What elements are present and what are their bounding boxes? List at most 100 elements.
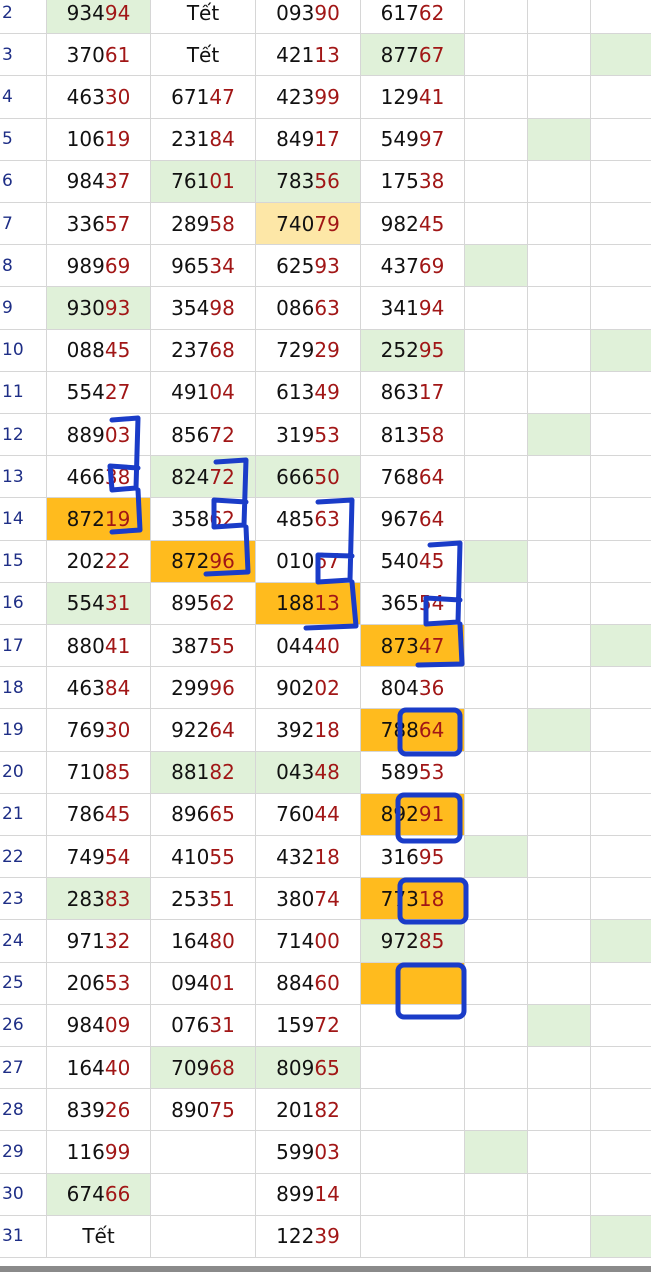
marker-cell (591, 709, 651, 750)
table-row: 27 164 40 709 68 809 65 (0, 1047, 651, 1090)
result-cell: 788 64 (361, 709, 465, 751)
marker-cell (528, 1131, 591, 1173)
marker-cell (591, 1174, 651, 1215)
result-cell: 358 62 (151, 498, 256, 540)
day-number: 27 (0, 1047, 47, 1089)
result-cell: 674 66 (47, 1173, 151, 1215)
marker-cell (528, 836, 591, 878)
result-cell: 549 97 (361, 118, 465, 160)
table-row: 17 880 41 387 55 044 40 873 47 (0, 625, 651, 668)
day-number: 11 (0, 371, 47, 413)
marker-cell (591, 1047, 651, 1088)
marker-cell (465, 160, 528, 202)
marker-cell (465, 34, 528, 76)
result-cell: 872 19 (47, 498, 151, 540)
marker-cell (591, 794, 651, 835)
lottery-results-table: 2 934 94 Tết 093 90 617 62 3 370 61 Tết 421 13 877 67 4 4… (0, 0, 651, 1266)
result-cell (361, 1215, 465, 1257)
result-cell: 253 51 (151, 878, 256, 920)
result-cell: 783 56 (256, 160, 361, 202)
marker-cell (591, 372, 651, 413)
marker-cell (591, 625, 651, 667)
marker-cell (591, 1131, 651, 1172)
marker-cell (465, 1047, 528, 1089)
marker-cell (591, 920, 651, 962)
result-cell (151, 1131, 256, 1173)
result-cell: 164 80 (151, 920, 256, 962)
result-cell: 599 03 (256, 1131, 361, 1173)
result-cell: 965 34 (151, 245, 256, 287)
result-cell: 289 58 (151, 203, 256, 245)
result-cell: 709 68 (151, 1047, 256, 1089)
result-cell (361, 1004, 465, 1046)
result-cell: 967 64 (361, 498, 465, 540)
result-cell (361, 1131, 465, 1173)
table-row: 5 106 19 231 84 849 17 549 97 (0, 118, 651, 161)
result-cell: 769 30 (47, 709, 151, 751)
day-number: 22 (0, 836, 47, 878)
result-cell: 410 55 (151, 836, 256, 878)
result-cell: 237 68 (151, 329, 256, 371)
day-number: 3 (0, 34, 47, 76)
day-number: 21 (0, 793, 47, 835)
result-cell: 930 93 (47, 287, 151, 329)
marker-cell (528, 0, 591, 34)
table-row: 12 889 03 856 72 319 53 813 58 (0, 414, 651, 457)
marker-cell (528, 920, 591, 962)
result-cell: 613 49 (256, 371, 361, 413)
day-number: 19 (0, 709, 47, 751)
result-cell: 880 41 (47, 625, 151, 667)
day-number: 14 (0, 498, 47, 540)
result-cell: 589 53 (361, 751, 465, 793)
marker-cell (528, 245, 591, 287)
result-cell: 760 44 (256, 793, 361, 835)
result-cell (361, 1173, 465, 1215)
marker-cell (528, 1089, 591, 1131)
result-cell: 856 72 (151, 414, 256, 456)
table-row: 19 769 30 922 64 392 18 788 64 (0, 709, 651, 752)
result-cell: 044 40 (256, 625, 361, 667)
result-cell: 773 18 (361, 878, 465, 920)
result-cell: 341 94 (361, 287, 465, 329)
result-cell: 666 50 (256, 456, 361, 498)
result-cell: 129 41 (361, 76, 465, 118)
marker-cell (591, 161, 651, 202)
result-cell: 863 17 (361, 371, 465, 413)
table-row: 21 786 45 896 65 760 44 892 91 (0, 793, 651, 836)
marker-cell (591, 498, 651, 539)
marker-cell (591, 1089, 651, 1130)
table-row: 9 930 93 354 98 086 63 341 94 (0, 287, 651, 330)
marker-cell (465, 1215, 528, 1257)
marker-cell (465, 667, 528, 709)
marker-cell (465, 836, 528, 878)
marker-cell (591, 836, 651, 877)
result-cell: 319 53 (256, 414, 361, 456)
day-number: 17 (0, 625, 47, 667)
table-row: 31 Tết 122 39 (0, 1215, 651, 1258)
marker-cell (591, 1005, 651, 1046)
marker-cell (528, 1004, 591, 1046)
result-cell: 982 45 (361, 203, 465, 245)
result-cell: 849 17 (256, 118, 361, 160)
result-cell: 423 99 (256, 76, 361, 118)
result-cell: 365 54 (361, 582, 465, 624)
marker-cell (528, 793, 591, 835)
result-cell: 809 65 (256, 1047, 361, 1089)
result-cell: 201 82 (256, 1089, 361, 1131)
marker-cell (465, 878, 528, 920)
table-row: 20 710 85 881 82 043 48 589 53 (0, 751, 651, 794)
result-cell: 380 74 (256, 878, 361, 920)
marker-cell (465, 287, 528, 329)
result-cell: 554 31 (47, 582, 151, 624)
result-cell: 934 94 (47, 0, 151, 34)
marker-cell (591, 245, 651, 286)
marker-cell (591, 203, 651, 244)
result-cell: 813 58 (361, 414, 465, 456)
marker-cell (591, 1215, 651, 1257)
marker-cell (465, 1173, 528, 1215)
result-cell: 989 69 (47, 245, 151, 287)
table-row: 14 872 19 358 62 485 63 967 64 (0, 498, 651, 541)
marker-cell (465, 709, 528, 751)
result-cell: 299 96 (151, 667, 256, 709)
result-cell: 421 13 (256, 34, 361, 76)
